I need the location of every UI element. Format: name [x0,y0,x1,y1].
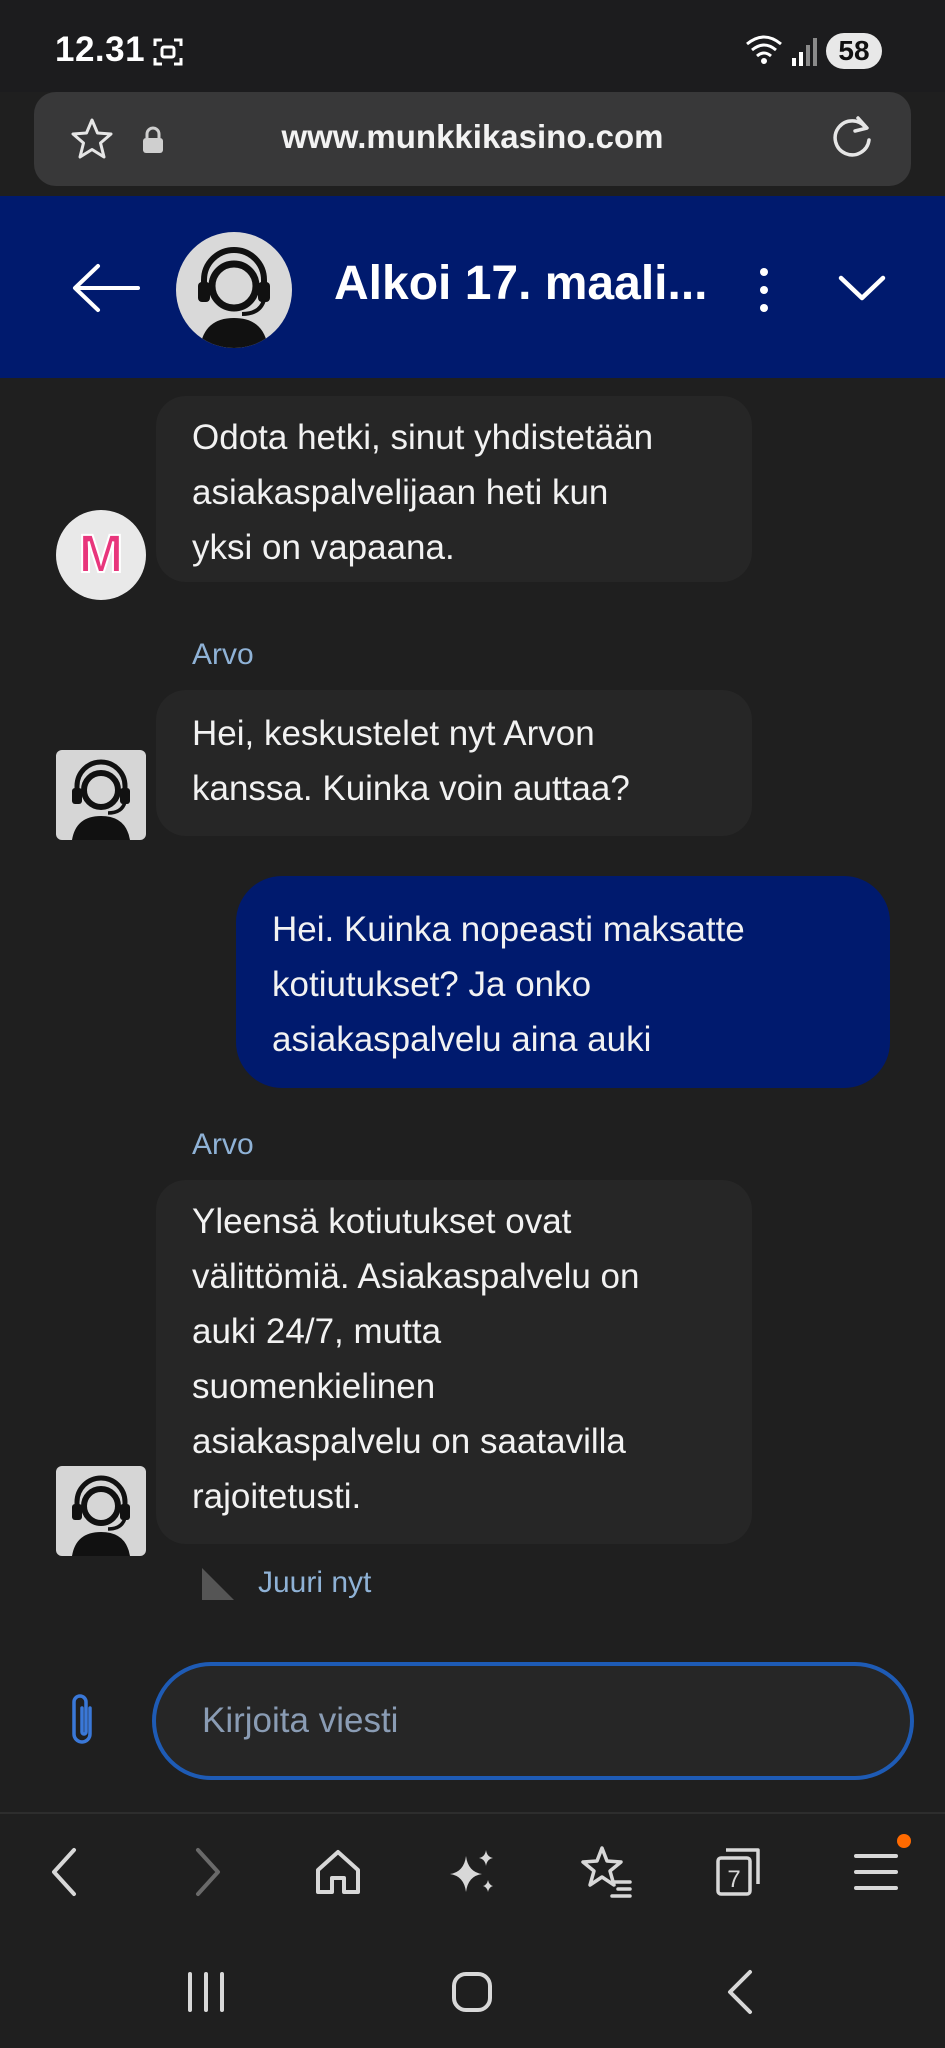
paperclip-icon[interactable] [62,1690,102,1750]
system-back-icon[interactable] [710,1962,770,2022]
url-text[interactable]: www.munkkikasino.com [0,118,945,156]
browser-back-icon[interactable] [30,1836,102,1908]
message-line: asiakaspalvelu aina auki [272,1020,652,1059]
message-line: Odota hetki, sinut yhdistetään [192,418,654,457]
message-line: kanssa. Kuinka voin auttaa? [192,769,630,808]
system-home-icon[interactable] [442,1962,502,2022]
reload-icon[interactable] [826,112,878,164]
message-line: asiakaspalvelijaan heti kun [192,473,609,512]
message-line: Hei. Kuinka nopeasti maksatte [272,910,745,949]
recent-apps-icon[interactable] [176,1962,236,2022]
sender-name: Arvo [192,638,254,671]
bookmarks-icon[interactable] [570,1836,642,1908]
message-line: välittömiä. Asiakaspalvelu on [192,1257,640,1296]
signal-icon [792,38,817,66]
agent-avatar [176,232,292,348]
sender-name: Arvo [192,1128,254,1161]
message-line: asiakaspalvelu on saatavilla [192,1422,626,1461]
tab-count: 7 [727,1866,741,1893]
message-line: Hei, keskustelet nyt Arvon [192,714,595,753]
support-agent-icon [72,759,130,840]
system-message-bubble: Odota hetki, sinut yhdistetään asiakaspa… [156,396,752,582]
message-line: yksi on vapaana. [192,528,455,567]
more-options-icon[interactable] [752,266,776,314]
agent-message-bubble: Hei, keskustelet nyt Arvon kanssa. Kuink… [156,690,752,836]
message-line: suomenkielinen [192,1367,436,1406]
bubble-tail-icon [202,1568,234,1600]
browser-forward-icon[interactable] [170,1836,242,1908]
back-arrow-icon[interactable] [70,262,142,314]
status-time: 12.31 [55,30,146,69]
message-timestamp: Juuri nyt [258,1566,372,1599]
user-message-bubble: Hei. Kuinka nopeasti maksatte kotiutukse… [236,876,890,1088]
chevron-down-icon[interactable] [836,270,888,306]
message-input[interactable] [200,1695,884,1747]
agent-avatar-small [56,1466,146,1556]
home-icon[interactable] [302,1836,374,1908]
agent-avatar-small [56,750,146,840]
message-line: Yleensä kotiutukset ovat [192,1202,572,1241]
support-agent-icon [198,247,270,348]
message-line: kotiutukset? Ja onko [272,965,592,1004]
support-agent-icon [72,1475,130,1556]
tabs-button[interactable]: 7 [702,1836,774,1908]
battery-indicator: 58 [826,33,882,69]
message-line: rajoitetusti. [192,1477,362,1516]
agent-message-bubble: Yleensä kotiutukset ovat välittömiä. Asi… [156,1180,752,1544]
avatar-letter: M [79,524,124,584]
message-line: auki 24/7, mutta [192,1312,442,1351]
wifi-icon [746,35,782,64]
notification-dot [897,1834,911,1848]
chat-title: Alkoi 17. maali... [334,257,708,310]
ai-sparkle-icon[interactable] [436,1836,508,1908]
casino-logo-avatar: M [56,510,146,600]
screen-record-icon [153,38,183,66]
